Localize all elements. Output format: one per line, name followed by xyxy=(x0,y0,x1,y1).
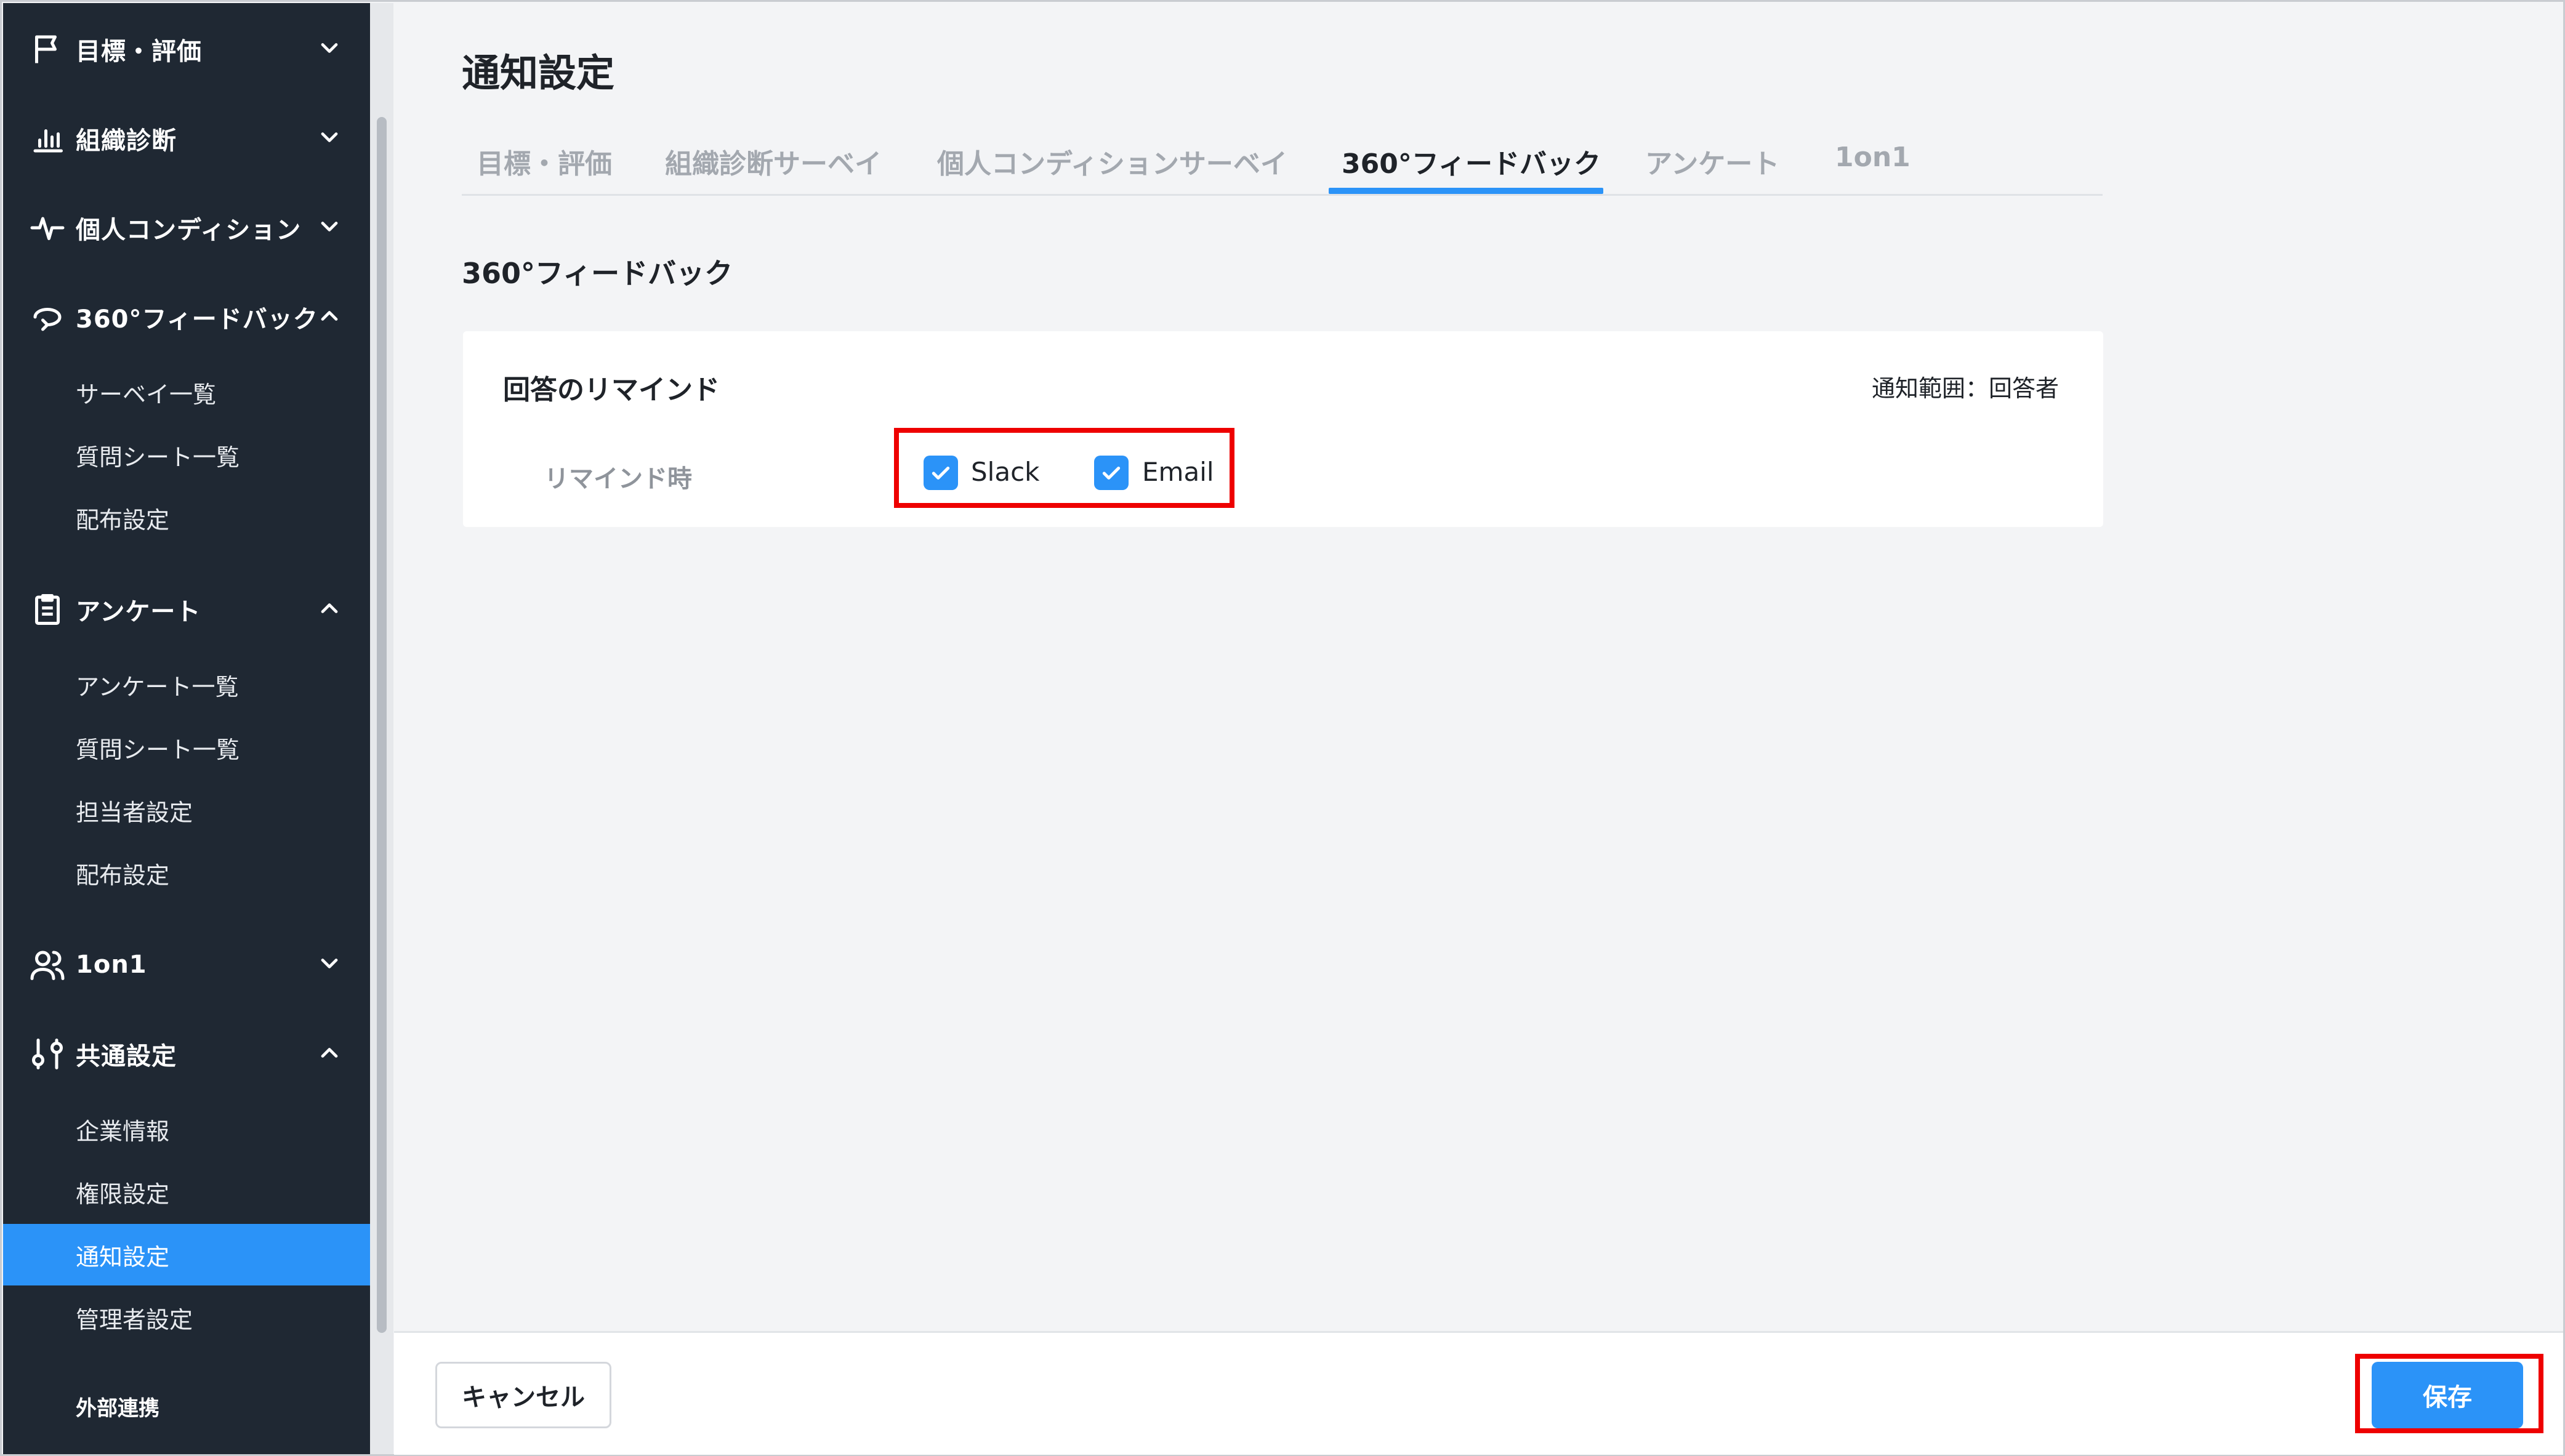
sidebar-section-external-integration[interactable]: 外部連携 xyxy=(76,1391,159,1422)
sidebar-section-label: 目標・評価 xyxy=(76,38,202,66)
chevron-up-icon xyxy=(316,302,345,332)
sidebar-item-label: 配布設定 xyxy=(76,861,170,889)
sidebar-section-common-settings[interactable]: 共通設定 xyxy=(3,1017,370,1091)
sidebar-item-label: 質問シート一覧 xyxy=(76,736,240,763)
sidebar-item-question-sheets[interactable]: 質問シート一覧 xyxy=(3,424,370,486)
chevron-up-icon xyxy=(316,1039,345,1069)
sidebar-item-question-sheets[interactable]: 質問シート一覧 xyxy=(3,717,370,778)
reminder-card xyxy=(463,331,2103,527)
sidebar-item-admin-settings[interactable]: 管理者設定 xyxy=(3,1287,370,1348)
sidebar-section-goals[interactable]: 目標・評価 xyxy=(3,12,370,86)
sidebar-item-label: 質問シート一覧 xyxy=(76,443,240,471)
page-title: 通知設定 xyxy=(462,50,615,95)
sidebar-section-label: アンケート xyxy=(76,598,201,626)
remind-timing-label: リマインド時 xyxy=(544,465,692,493)
sidebar-section-360-feedback[interactable]: 360°フィードバック xyxy=(3,280,370,354)
sidebar-item-label: 配布設定 xyxy=(76,506,170,534)
sidebar-section-personal-condition[interactable]: 個人コンディション xyxy=(3,191,370,265)
sidebar-item-label: 通知設定 xyxy=(76,1243,170,1271)
tab-goals[interactable]: 目標・評価 xyxy=(477,142,612,181)
chevron-down-icon xyxy=(316,34,345,64)
footer-bar xyxy=(394,1331,2563,1455)
sidebar-item-distribution-settings[interactable]: 配布設定 xyxy=(3,487,370,549)
clipboard-icon xyxy=(28,590,67,629)
flag-icon xyxy=(28,30,67,69)
sidebar-section-questionnaire[interactable]: アンケート xyxy=(3,573,370,646)
sidebar-item-label: 権限設定 xyxy=(76,1180,170,1208)
sidebar-item-label: 担当者設定 xyxy=(76,798,193,826)
sidebar-section-1on1[interactable]: 1on1 xyxy=(3,928,370,1002)
section-title: 360°フィードバック xyxy=(462,257,733,290)
sidebar-item-permission-settings[interactable]: 権限設定 xyxy=(3,1161,370,1223)
sidebar-item-survey-list[interactable]: サーベイ一覧 xyxy=(3,361,370,423)
feedback-loop-icon xyxy=(28,297,67,337)
tab-personal-condition-survey[interactable]: 個人コンディションサーベイ xyxy=(937,142,1287,181)
tab-360-feedback[interactable]: 360°フィードバック xyxy=(1342,142,1601,181)
sidebar-item-assignee-settings[interactable]: 担当者設定 xyxy=(3,779,370,841)
sidebar-item-notification-settings[interactable]: 通知設定 xyxy=(3,1224,370,1285)
tab-questionnaire[interactable]: アンケート xyxy=(1645,142,1779,181)
sidebar-item-questionnaire-list[interactable]: アンケート一覧 xyxy=(3,654,370,715)
highlight-box-save xyxy=(2355,1354,2543,1433)
sidebar-scrollbar-thumb[interactable] xyxy=(377,117,387,1333)
sidebar-section-label: 組織診断 xyxy=(76,127,177,155)
pulse-icon xyxy=(28,208,67,247)
cancel-button[interactable]: キャンセル xyxy=(435,1362,611,1428)
chevron-down-icon xyxy=(316,213,345,243)
sidebar-item-company-info[interactable]: 企業情報 xyxy=(3,1098,370,1160)
chevron-up-icon xyxy=(316,595,345,624)
sidebar-section-label: 360°フィードバック xyxy=(76,305,318,334)
highlight-box-checkboxes xyxy=(894,428,1234,508)
sidebar-item-distribution-settings[interactable]: 配布設定 xyxy=(3,842,370,904)
active-tab-indicator xyxy=(1329,188,1603,194)
tab-org-survey[interactable]: 組織診断サーベイ xyxy=(665,142,882,181)
sidebar-section-label: 個人コンディション xyxy=(76,216,302,244)
card-title: 回答のリマインド xyxy=(503,374,720,406)
bar-chart-icon xyxy=(28,119,67,158)
users-icon xyxy=(28,945,67,984)
notification-scope-label: 通知範囲：回答者 xyxy=(1872,375,2060,402)
tab-bar: 目標・評価 組織診断サーベイ 個人コンディションサーベイ 360°フィードバック… xyxy=(462,132,2103,196)
sidebar-section-label: 共通設定 xyxy=(76,1042,177,1071)
sidebar-item-label: 管理者設定 xyxy=(76,1306,193,1333)
tab-1on1[interactable]: 1on1 xyxy=(1835,142,1911,173)
sidebar-section-label: 1on1 xyxy=(76,951,147,979)
chevron-down-icon xyxy=(316,124,345,153)
sliders-icon xyxy=(28,1034,67,1074)
sidebar: 目標・評価 組織診断 個人コンディション 360°フィードバック サーベイ一覧 … xyxy=(3,3,370,1454)
sidebar-item-label: サーベイ一覧 xyxy=(76,380,217,408)
sidebar-section-org-diagnosis[interactable]: 組織診断 xyxy=(3,102,370,175)
sidebar-item-label: アンケート一覧 xyxy=(76,673,239,701)
sidebar-item-label: 企業情報 xyxy=(76,1117,170,1145)
chevron-down-icon xyxy=(316,950,345,979)
